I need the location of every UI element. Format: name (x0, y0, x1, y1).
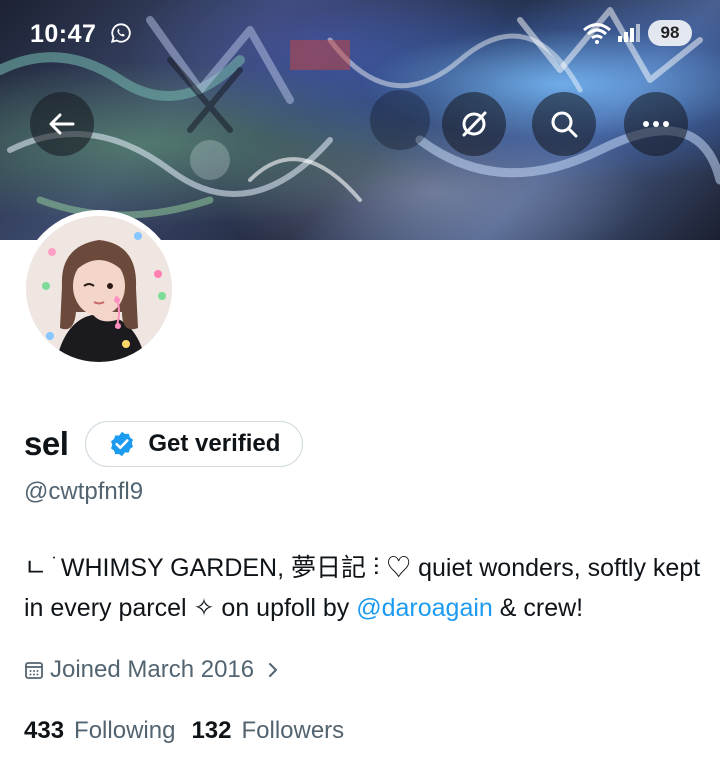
more-icon (643, 121, 669, 127)
following-count: 433 (24, 717, 65, 744)
search-icon (551, 111, 578, 138)
grok-button[interactable] (442, 92, 506, 156)
signal-icon (618, 24, 640, 42)
more-button[interactable] (624, 92, 688, 156)
arrow-left-icon (49, 113, 75, 135)
chevron-right-icon (269, 663, 278, 677)
get-verified-label: Get verified (148, 430, 281, 457)
followers-label: Followers (241, 717, 345, 744)
profile-bio: ㄴ ֺ WHIMSY GARDEN, 夢日記 ⫶ ♡ quiet wonders… (24, 548, 704, 628)
whatsapp-icon (110, 23, 131, 44)
following-link[interactable]: 433 Following (24, 717, 175, 745)
slashed-circle-icon (462, 111, 487, 137)
avatar-photo (26, 216, 172, 362)
follow-stats: 433 Following 132 Followers (24, 714, 344, 748)
profile-handle: @cwtpfnfl9 (24, 478, 144, 505)
status-bar: 10:47 98 (0, 0, 720, 64)
profile-avatar[interactable] (20, 210, 178, 368)
joined-date: Joined March 2016 (50, 656, 255, 683)
back-button[interactable] (30, 92, 94, 156)
get-verified-button[interactable]: Get verified (85, 421, 304, 467)
followers-count: 132 (191, 717, 232, 744)
joined-date-row[interactable]: Joined March 2016 (24, 654, 286, 686)
calendar-icon (25, 662, 43, 679)
verified-badge-icon (111, 431, 134, 457)
followers-link[interactable]: 132 Followers (191, 717, 344, 745)
bio-mention-link[interactable]: @daroagain (356, 594, 493, 622)
status-time: 10:47 (30, 20, 97, 48)
bio-text-end: & crew! (492, 594, 584, 622)
avatar-image (26, 216, 172, 362)
wifi-icon (583, 23, 611, 44)
name-row: sel Get verified (24, 420, 304, 468)
battery-indicator: 98 (648, 20, 692, 46)
display-name: sel (24, 425, 69, 462)
search-button[interactable] (532, 92, 596, 156)
following-label: Following (74, 717, 176, 744)
